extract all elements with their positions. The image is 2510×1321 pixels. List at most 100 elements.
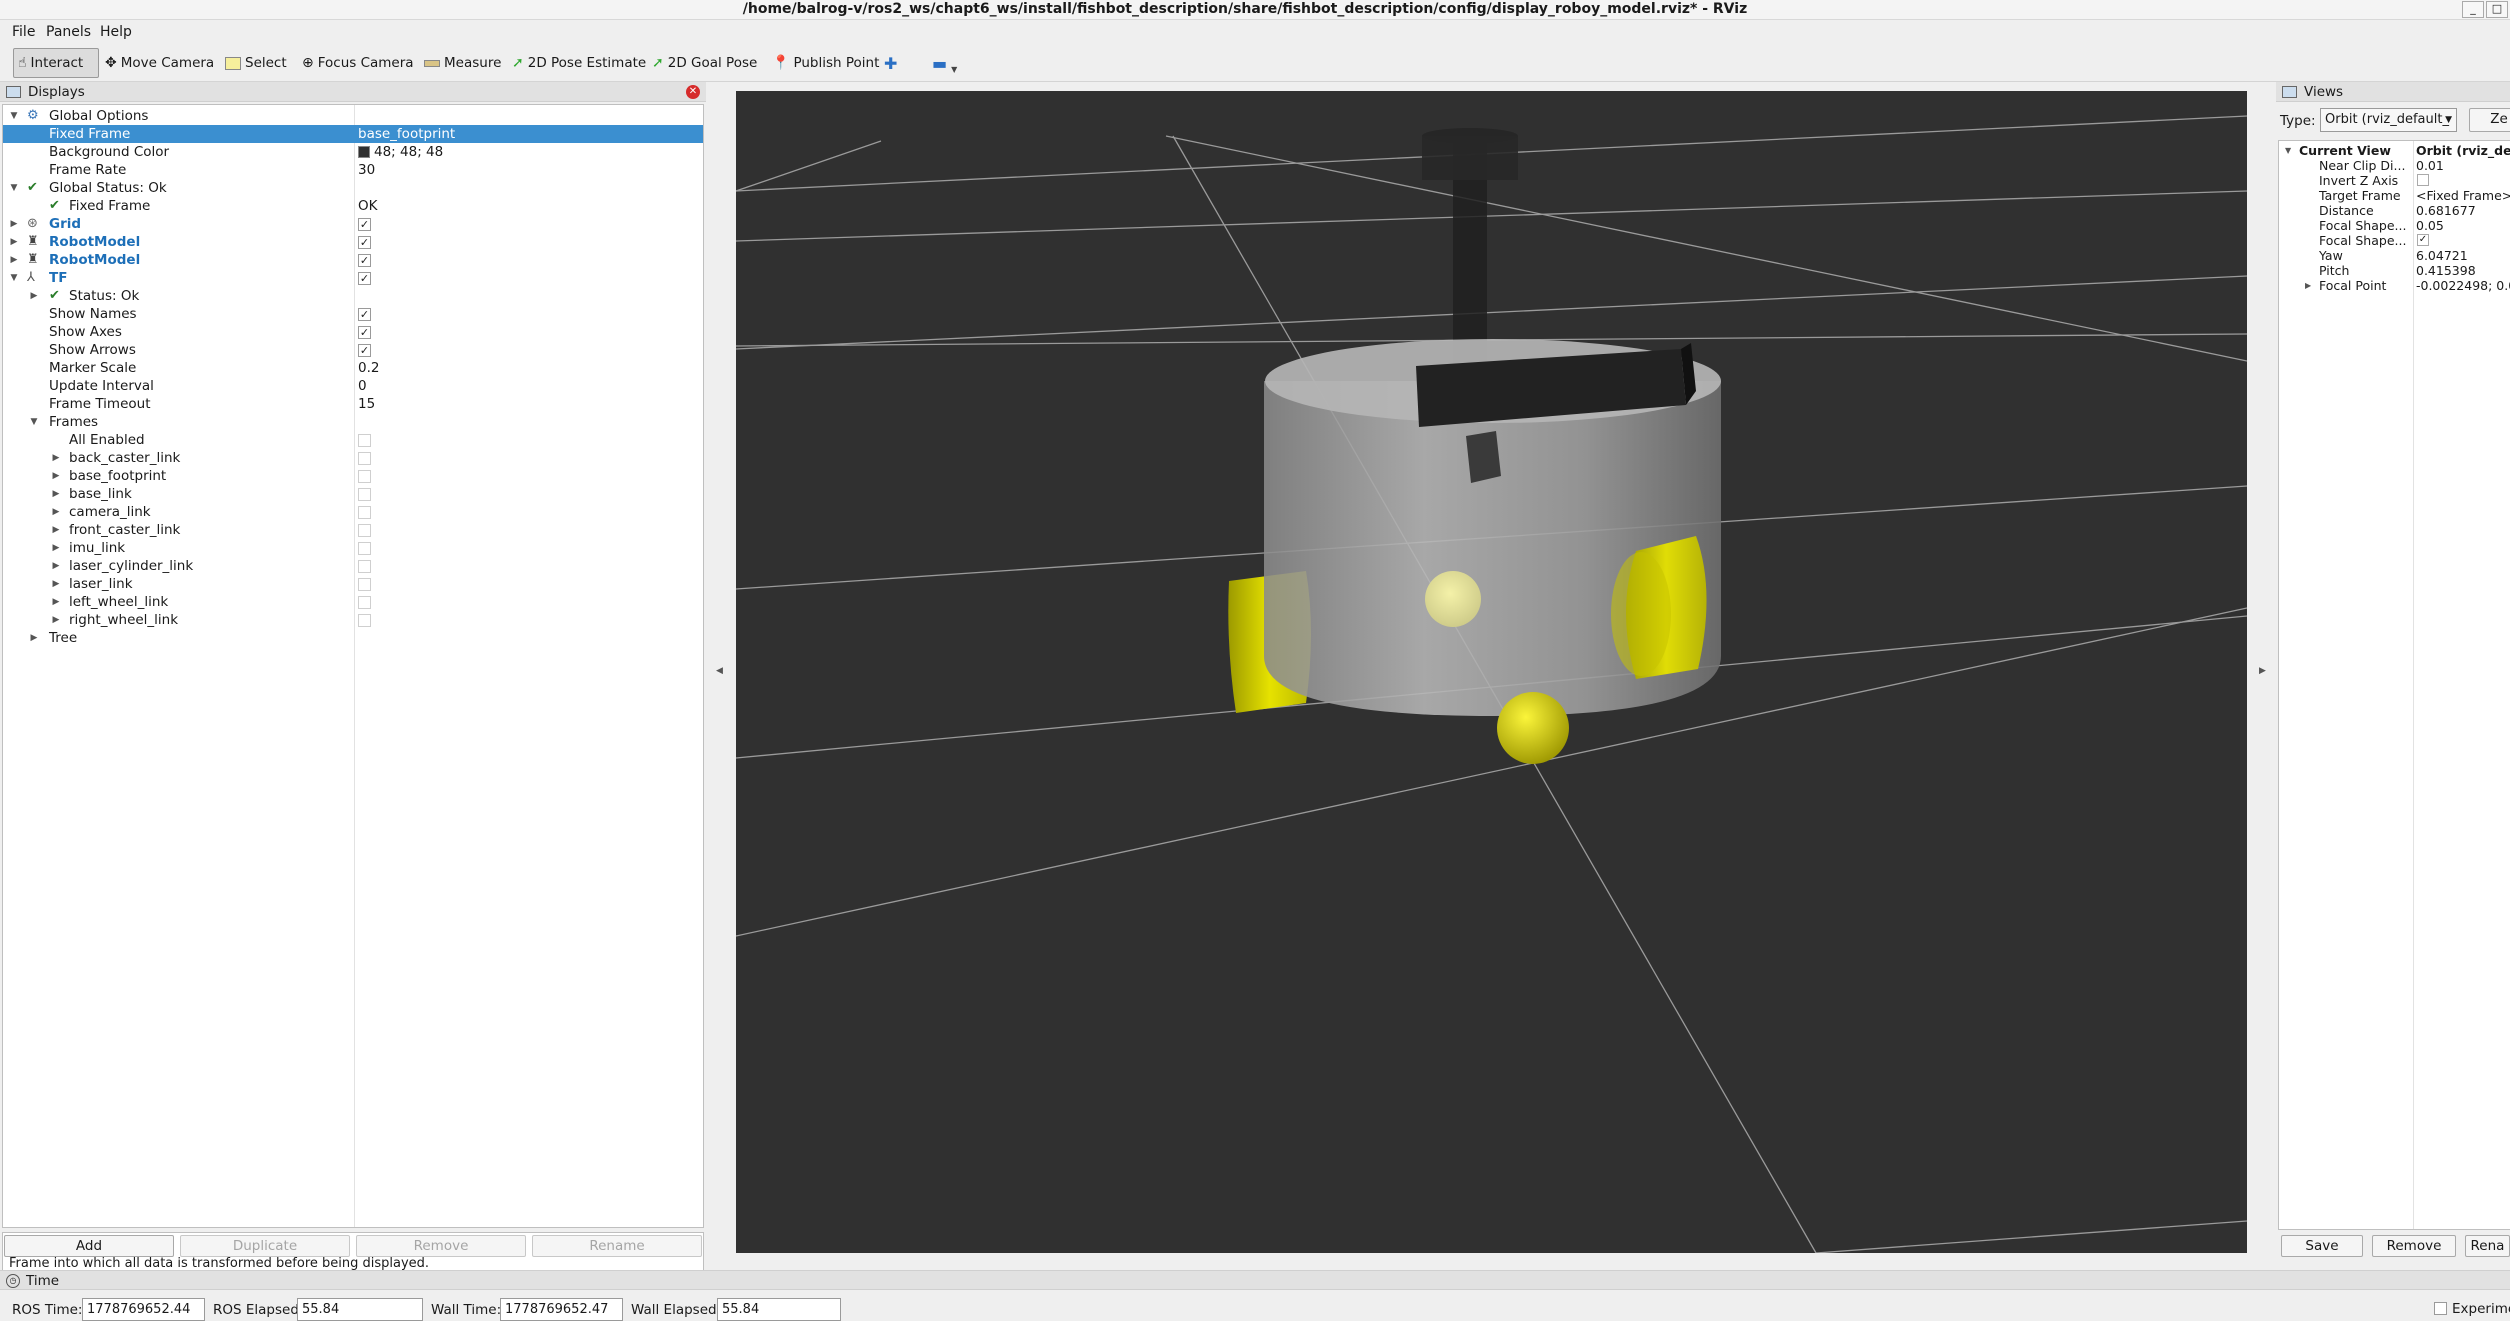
tf-checkbox[interactable]: ✓ xyxy=(358,272,371,285)
tree-row-marker-scale[interactable]: Marker Scale 0.2 xyxy=(3,359,703,377)
duplicate-display-button[interactable]: Duplicate xyxy=(180,1235,350,1257)
view-row-property[interactable]: Invert Z Axis xyxy=(2279,173,2510,188)
tree-row-frame[interactable]: ▶ camera_link xyxy=(3,503,703,521)
rename-display-button[interactable]: Rename xyxy=(532,1235,702,1257)
tree-row-frame[interactable]: ▶ base_link xyxy=(3,485,703,503)
tree-row-frames[interactable]: ▼ Frames xyxy=(3,413,703,431)
tree-row-update-interval[interactable]: Update Interval 0 xyxy=(3,377,703,395)
frame-checkbox[interactable] xyxy=(358,524,371,537)
view-row-property[interactable]: ▶ Focal Point -0.0022498; 0.0 xyxy=(2279,278,2510,293)
expand-arrow-icon[interactable]: ▶ xyxy=(9,215,19,233)
grid-enabled-checkbox[interactable]: ✓ xyxy=(358,218,371,231)
view-row-property[interactable]: Yaw 6.04721 xyxy=(2279,248,2510,263)
tree-row-fixed-frame[interactable]: Fixed Frame base_footprint xyxy=(3,125,703,143)
zero-view-button[interactable]: Ze xyxy=(2469,108,2510,132)
show-arrows-checkbox[interactable]: ✓ xyxy=(358,344,371,357)
property-value[interactable]: <Fixed Frame> xyxy=(2416,188,2510,203)
tree-row-show-axes[interactable]: Show Axes ✓ xyxy=(3,323,703,341)
property-value[interactable]: 0.01 xyxy=(2416,158,2444,173)
frame-timeout-value[interactable]: 15 xyxy=(358,395,375,413)
property-value[interactable]: -0.0022498; 0.0 xyxy=(2416,278,2510,293)
property-value[interactable]: 0.681677 xyxy=(2416,203,2476,218)
frame-rate-value[interactable]: 30 xyxy=(358,161,375,179)
expand-arrow-icon[interactable]: ▶ xyxy=(51,521,61,539)
tree-row-status-fixed-frame[interactable]: ✔ Fixed Frame OK xyxy=(3,197,703,215)
property-value[interactable]: 0.05 xyxy=(2416,218,2444,233)
select-tool-button[interactable]: Select xyxy=(221,48,291,78)
collapse-right-arrow-icon[interactable]: ▶ xyxy=(2259,666,2266,676)
expand-arrow-icon[interactable]: ▶ xyxy=(51,557,61,575)
tree-row-all-enabled[interactable]: All Enabled xyxy=(3,431,703,449)
ros-elapsed-field[interactable]: 55.84 xyxy=(297,1298,423,1321)
publish-point-tool-button[interactable]: 📍 Publish Point xyxy=(768,48,883,78)
expand-arrow-icon[interactable]: ▶ xyxy=(51,593,61,611)
tree-row-show-arrows[interactable]: Show Arrows ✓ xyxy=(3,341,703,359)
frame-checkbox[interactable] xyxy=(358,560,371,573)
tree-row-robot-model-1[interactable]: ▶ ♜ RobotModel ✓ xyxy=(3,233,703,251)
marker-scale-value[interactable]: 0.2 xyxy=(358,359,379,377)
collapse-arrow-icon[interactable]: ▼ xyxy=(9,107,19,125)
menu-panels[interactable]: Panels xyxy=(46,24,91,40)
render-viewport[interactable] xyxy=(736,91,2247,1253)
expand-arrow-icon[interactable]: ▶ xyxy=(2305,278,2311,293)
tree-row-global-options[interactable]: ▼ ⚙ Global Options xyxy=(3,107,703,125)
wall-time-field[interactable]: 1778769652.47 xyxy=(500,1298,623,1321)
frame-checkbox[interactable] xyxy=(358,542,371,555)
all-enabled-checkbox[interactable] xyxy=(358,434,371,447)
focal-shape-checkbox[interactable]: ✓ xyxy=(2417,234,2429,246)
measure-tool-button[interactable]: Measure xyxy=(420,48,505,78)
wall-elapsed-field[interactable]: 55.84 xyxy=(717,1298,841,1321)
frame-checkbox[interactable] xyxy=(358,506,371,519)
interact-tool-button[interactable]: ☝ Interact xyxy=(13,48,99,78)
expand-arrow-icon[interactable]: ▶ xyxy=(9,251,19,269)
frame-checkbox[interactable] xyxy=(358,614,371,627)
tree-row-tf-status[interactable]: ▶ ✔ Status: Ok xyxy=(3,287,703,305)
tree-row-frame[interactable]: ▶ base_footprint xyxy=(3,467,703,485)
column-divider[interactable] xyxy=(2413,141,2414,1229)
property-value[interactable]: 6.04721 xyxy=(2416,248,2468,263)
view-row-property[interactable]: Pitch 0.415398 xyxy=(2279,263,2510,278)
add-display-button[interactable]: Add xyxy=(4,1235,174,1257)
expand-arrow-icon[interactable]: ▶ xyxy=(51,539,61,557)
tree-row-frame-rate[interactable]: Frame Rate 30 xyxy=(3,161,703,179)
expand-arrow-icon[interactable]: ▶ xyxy=(51,449,61,467)
expand-arrow-icon[interactable]: ▶ xyxy=(51,575,61,593)
goal-pose-tool-button[interactable]: ➚ 2D Goal Pose xyxy=(648,48,761,78)
view-row-property[interactable]: Focal Shape... ✓ xyxy=(2279,233,2510,248)
tree-row-frame[interactable]: ▶ left_wheel_link xyxy=(3,593,703,611)
view-row-property[interactable]: Target Frame <Fixed Frame> xyxy=(2279,188,2510,203)
fixed-frame-value[interactable]: base_footprint xyxy=(358,125,455,143)
expand-arrow-icon[interactable]: ▶ xyxy=(29,629,39,647)
property-value[interactable]: 0.415398 xyxy=(2416,263,2476,278)
frame-checkbox[interactable] xyxy=(358,470,371,483)
tree-row-grid[interactable]: ▶ ⊛ Grid ✓ xyxy=(3,215,703,233)
pose-estimate-tool-button[interactable]: ➚ 2D Pose Estimate xyxy=(508,48,650,78)
tree-row-frame[interactable]: ▶ imu_link xyxy=(3,539,703,557)
tree-row-show-names[interactable]: Show Names ✓ xyxy=(3,305,703,323)
collapse-arrow-icon[interactable]: ▼ xyxy=(9,269,19,287)
tree-row-global-status[interactable]: ▼ ✔ Global Status: Ok xyxy=(3,179,703,197)
add-tool-button[interactable]: ✚ xyxy=(880,48,901,78)
collapse-arrow-icon[interactable]: ▼ xyxy=(29,413,39,431)
maximize-button[interactable]: □ xyxy=(2486,1,2508,18)
collapse-arrow-icon[interactable]: ▼ xyxy=(9,179,19,197)
remove-display-button[interactable]: Remove xyxy=(356,1235,526,1257)
tree-row-frame[interactable]: ▶ laser_cylinder_link xyxy=(3,557,703,575)
remove-view-button[interactable]: Remove xyxy=(2372,1235,2456,1257)
tree-row-frame-timeout[interactable]: Frame Timeout 15 xyxy=(3,395,703,413)
robot-model-2-checkbox[interactable]: ✓ xyxy=(358,254,371,267)
expand-arrow-icon[interactable]: ▶ xyxy=(51,611,61,629)
tree-row-frame[interactable]: ▶ laser_link xyxy=(3,575,703,593)
tree-row-tf[interactable]: ▼ ⅄ TF ✓ xyxy=(3,269,703,287)
view-row-property[interactable]: Near Clip Di... 0.01 xyxy=(2279,158,2510,173)
tree-row-frame[interactable]: ▶ back_caster_link xyxy=(3,449,703,467)
save-view-button[interactable]: Save xyxy=(2281,1235,2363,1257)
robot-model-1-checkbox[interactable]: ✓ xyxy=(358,236,371,249)
tree-row-frame[interactable]: ▶ front_caster_link xyxy=(3,521,703,539)
view-row-current-view[interactable]: ▼ Current View Orbit (rviz_de xyxy=(2279,143,2510,158)
expand-arrow-icon[interactable]: ▶ xyxy=(29,287,39,305)
view-type-select[interactable]: Orbit (rviz_default_ ▼ xyxy=(2320,108,2457,132)
frame-checkbox[interactable] xyxy=(358,578,371,591)
ros-time-field[interactable]: 1778769652.44 xyxy=(82,1298,205,1321)
tree-row-frame[interactable]: ▶ right_wheel_link xyxy=(3,611,703,629)
